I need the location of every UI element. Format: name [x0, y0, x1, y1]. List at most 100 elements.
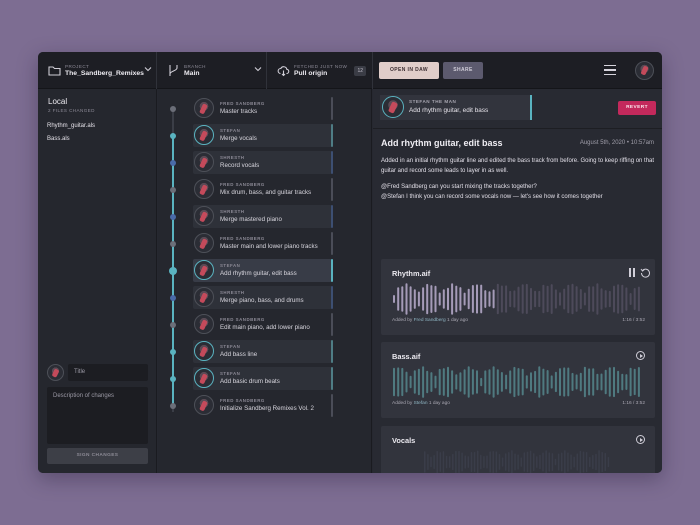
- mention-link[interactable]: @Stefan: [381, 194, 404, 200]
- commit-row[interactable]: STEFAN Merge vocals: [193, 124, 333, 147]
- mention-link[interactable]: @Fred Sandberg: [381, 184, 427, 190]
- commit-indicator: [331, 259, 333, 282]
- track-time: 1:16 / 3:52: [622, 401, 645, 406]
- commit-row[interactable]: STEFAN Add bass line: [193, 340, 333, 363]
- changed-file[interactable]: Bass.als: [47, 136, 70, 142]
- play-icon[interactable]: [636, 351, 645, 360]
- waveform-bar: [397, 287, 400, 311]
- waveform-bar: [546, 285, 549, 313]
- waveform-bar: [592, 454, 594, 470]
- open-in-daw-button[interactable]: OPEN IN DAW: [379, 62, 439, 79]
- pause-icon[interactable]: [628, 268, 636, 277]
- waveform[interactable]: [391, 450, 643, 473]
- commit-row[interactable]: FRED SANDBERG Master tracks: [193, 97, 333, 120]
- user-avatar[interactable]: [635, 61, 654, 80]
- waveform-bar: [592, 368, 595, 396]
- waveform-bar: [467, 456, 470, 468]
- commit-row[interactable]: SHRESTH Merge mastered piano: [193, 205, 333, 228]
- commit-node: [170, 133, 176, 139]
- waveform-bar: [476, 450, 479, 473]
- waveform-bar: [608, 367, 611, 397]
- commit-row[interactable]: SHRESTH Merge piano, bass, and drums: [193, 286, 333, 309]
- changed-file[interactable]: Rhythm_guitar.als: [47, 123, 95, 129]
- waveform-bar: [563, 367, 566, 397]
- waveform-bar: [608, 290, 611, 308]
- commit-row[interactable]: STEFAN Add basic drum beats: [193, 367, 333, 390]
- hamburger-menu-icon[interactable]: [604, 65, 616, 75]
- commit-title: Add rhythm guitar, edit bass: [381, 138, 503, 148]
- waveform-bar: [604, 369, 607, 395]
- waveform-bar: [409, 286, 412, 312]
- waveform-bar: [542, 284, 545, 314]
- waveform-bar: [513, 366, 516, 398]
- audio-track: Rhythm.aif Added by Fred Sandberg 1 day …: [381, 259, 655, 335]
- waveform-bar: [592, 286, 595, 312]
- divider: [373, 128, 662, 129]
- branch-selector[interactable]: BRANCH Main: [157, 52, 267, 89]
- waveform-bar: [434, 285, 437, 313]
- track-name: Rhythm.aif: [392, 269, 431, 278]
- waveform-bar: [596, 283, 599, 315]
- author-avatar: [194, 98, 214, 118]
- waveform-bar: [525, 375, 528, 389]
- track-author: Stefan: [413, 401, 428, 406]
- waveform-bar: [495, 451, 498, 473]
- track-author: Fred Sandberg: [413, 318, 446, 323]
- commit-indicator: [331, 340, 333, 363]
- waveform-bar: [401, 286, 404, 312]
- commit-row[interactable]: FRED SANDBERG Initialize Sandberg Remixes…: [193, 394, 333, 417]
- commit-node: [170, 349, 176, 355]
- waveform[interactable]: [391, 283, 643, 315]
- track-name: Vocals: [392, 436, 416, 445]
- waveform-bar: [583, 292, 586, 306]
- waveform-bar: [483, 456, 485, 468]
- commit-row[interactable]: STEFAN Add rhythm guitar, edit bass: [193, 259, 333, 282]
- commit-description-input[interactable]: Description of changes: [47, 387, 148, 444]
- commit-row[interactable]: SHRESTH Record vocals: [193, 151, 333, 174]
- waveform-bar: [604, 452, 607, 472]
- author-avatar: [194, 287, 214, 307]
- waveform-bar: [530, 287, 532, 311]
- commit-indicator: [331, 394, 333, 417]
- revert-button[interactable]: REVERT: [618, 101, 656, 115]
- play-icon[interactable]: [636, 435, 645, 444]
- waveform-bar: [629, 367, 632, 397]
- waveform-bar: [567, 284, 570, 314]
- waveform-bar: [538, 366, 541, 398]
- share-button[interactable]: SHARE: [443, 62, 483, 79]
- waveform-bar: [621, 284, 624, 314]
- sign-changes-button[interactable]: SIGN CHANGES: [47, 448, 148, 464]
- waveform-bar: [500, 372, 503, 392]
- waveform-bar: [583, 366, 586, 398]
- commit-node: [170, 322, 176, 328]
- author-avatar: [194, 206, 214, 226]
- waveform-bar: [589, 456, 591, 468]
- waveform-bar: [509, 370, 512, 394]
- waveform-bar: [445, 455, 448, 469]
- waveform-bar: [521, 284, 524, 314]
- waveform-bar: [442, 451, 445, 473]
- commit-description: Added in an initial rhythm guitar line a…: [381, 158, 655, 174]
- pull-origin-button[interactable]: FETCHED JUST NOW Pull origin 12: [267, 52, 373, 89]
- waveform[interactable]: [391, 366, 643, 398]
- waveform-bar: [520, 457, 523, 467]
- selected-commit-card: STEFAN THE MAN Add rhythm guitar, edit b…: [380, 95, 532, 120]
- rewind-icon[interactable]: [640, 267, 651, 278]
- commit-row[interactable]: FRED SANDBERG Master main and lower piano…: [193, 232, 333, 255]
- waveform-bar: [467, 288, 470, 310]
- waveform-bar: [545, 450, 547, 473]
- commit-author: STEFAN THE MAN: [409, 99, 457, 104]
- commit-row[interactable]: FRED SANDBERG Mix drum, bass, and guitar …: [193, 178, 333, 201]
- waveform-bar: [550, 284, 553, 314]
- project-selector[interactable]: PROJECT The_Sandberg_Remixes: [38, 52, 157, 89]
- commit-indicator: [331, 97, 333, 120]
- commit-indicator: [331, 205, 333, 228]
- chevron-down-icon: [144, 67, 152, 72]
- commit-title-input[interactable]: Title: [68, 364, 148, 381]
- waveform-bar: [492, 289, 495, 309]
- track-time: 1:16 / 3:52: [622, 318, 645, 323]
- waveform-bar: [430, 372, 433, 392]
- waveform-bar: [567, 367, 570, 397]
- note-text: can you start mixing the tracks together…: [427, 184, 537, 190]
- commit-row[interactable]: FRED SANDBERG Edit main piano, add lower …: [193, 313, 333, 336]
